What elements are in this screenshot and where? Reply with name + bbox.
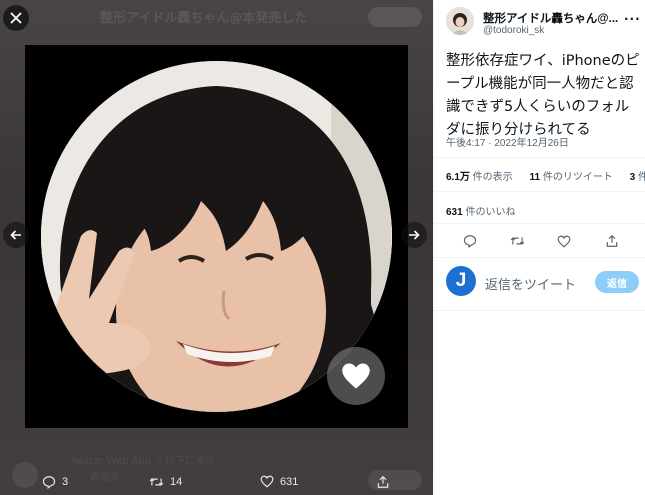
divider <box>434 257 645 258</box>
next-image-button[interactable] <box>401 222 427 248</box>
heart-icon <box>342 363 370 389</box>
media-action-bar: 3 14 631 <box>0 472 433 495</box>
reply-input[interactable]: 返信をツイート <box>485 274 576 293</box>
retweet-icon <box>149 478 164 486</box>
retweets-stat[interactable]: 11 件のリツイート <box>529 172 612 183</box>
tweet-timestamp[interactable]: 午後4:17 · 2022年12月26日 <box>446 134 569 149</box>
divider <box>434 157 645 158</box>
backdrop-reply-line: Twitter Web App ▽ 以下に表示 <box>70 456 216 467</box>
heart-outline-icon <box>557 235 571 248</box>
more-options-icon[interactable]: ··· <box>624 12 641 26</box>
like-count: 631 <box>280 475 299 488</box>
retweet-count: 14 <box>170 476 183 488</box>
divider <box>434 223 645 224</box>
user-avatar[interactable]: J <box>446 266 476 296</box>
reply-button[interactable] <box>463 233 477 252</box>
reply-composer: J 返信をツイート 返信 <box>446 266 641 300</box>
tweet-text: 整形依存症ワイ、iPhoneのピープル機能が同一人物だと認識できず5人くらいのフ… <box>446 53 640 138</box>
reply-icon <box>463 235 477 249</box>
likes-stat[interactable]: 631 件のいいね <box>446 203 515 218</box>
author-handle[interactable]: @todoroki_sk <box>483 25 544 36</box>
reply-icon <box>42 476 56 489</box>
close-button[interactable] <box>3 5 29 31</box>
arrow-left-icon <box>10 230 21 240</box>
like-button[interactable] <box>557 233 571 252</box>
previous-image-button[interactable] <box>3 222 29 248</box>
like-action[interactable]: 631 <box>260 475 298 488</box>
divider <box>434 310 645 311</box>
heart-outline-icon <box>260 475 274 488</box>
tweet-actions <box>434 229 645 251</box>
media-viewer: 整形アイドル轟ちゃん@本発売した Twitter Web App ▽ 以下に表示… <box>0 0 433 495</box>
retweet-icon <box>510 237 525 245</box>
tweet-author[interactable]: 整形アイドル轟ちゃん@... @todoroki_sk ··· <box>446 7 641 39</box>
share-action[interactable] <box>376 475 390 489</box>
reply-action[interactable]: 3 <box>42 475 68 489</box>
arrow-right-icon <box>409 230 420 240</box>
tweet-stats: 6.1万 件の表示 11 件のリツイート 3 件の引 <box>446 168 645 183</box>
close-icon <box>10 12 22 24</box>
backdrop-follow-button <box>368 7 422 27</box>
quotes-stat[interactable]: 3 件の引 <box>630 172 645 183</box>
reply-submit-button[interactable]: 返信 <box>595 271 639 293</box>
retweet-button[interactable] <box>510 233 525 252</box>
author-avatar[interactable] <box>446 7 474 35</box>
avatar-image <box>446 7 474 35</box>
like-overlay-button[interactable] <box>327 347 385 405</box>
views-stat[interactable]: 6.1万 件の表示 <box>446 172 513 183</box>
retweet-action[interactable]: 14 <box>149 475 182 489</box>
tweet-panel: 整形アイドル轟ちゃん@... @todoroki_sk ··· 整形依存症ワイ、… <box>433 0 645 495</box>
share-icon <box>606 234 618 247</box>
divider <box>434 191 645 192</box>
backdrop-author-line: 整形アイドル轟ちゃん@本発売した <box>100 11 308 26</box>
share-icon <box>377 475 389 488</box>
share-button[interactable] <box>605 233 619 252</box>
reply-count: 3 <box>62 476 69 488</box>
author-display-name[interactable]: 整形アイドル轟ちゃん@... <box>483 10 628 26</box>
